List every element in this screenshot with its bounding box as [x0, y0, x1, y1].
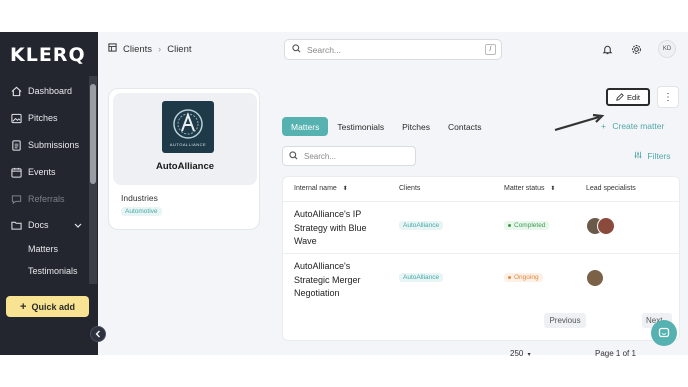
search-icon	[289, 150, 298, 162]
client-card: AUTOALLIANCE AutoAlliance Industries Aut…	[108, 88, 260, 230]
search-icon	[292, 44, 301, 55]
create-matter-label: Create matter	[612, 121, 665, 131]
matter-name-cell[interactable]: AutoAlliance's Strategic Merger Negotiat…	[294, 260, 384, 301]
column-header-matter-status[interactable]: Matter status ⬍	[504, 185, 555, 192]
create-matter-button[interactable]: + Create matter	[601, 121, 664, 131]
image-icon	[10, 112, 22, 124]
global-search-input[interactable]: Search... /	[284, 39, 502, 60]
chevron-down-icon	[74, 221, 82, 231]
gear-icon[interactable]	[629, 42, 643, 56]
sidebar-item-docs[interactable]: Docs	[10, 216, 82, 234]
sidebar-item-pitches[interactable]: Pitches	[10, 109, 58, 127]
column-header-label: Matter status	[504, 185, 545, 192]
quick-add-button[interactable]: + Quick add	[6, 296, 89, 317]
sidebar-item-label: Referrals	[28, 194, 65, 204]
column-header-label: Internal name	[294, 185, 337, 192]
search-shortcut-key: /	[485, 44, 496, 55]
previous-page-button[interactable]: Previous	[544, 313, 586, 328]
edit-button[interactable]: Edit	[606, 88, 650, 106]
specialist-avatar[interactable]	[597, 217, 615, 235]
folder-icon	[10, 219, 22, 231]
bell-icon[interactable]	[600, 42, 614, 56]
status-label: Completed	[514, 222, 546, 229]
sidebar-item-label: Events	[28, 167, 56, 177]
chat-bubble-icon	[658, 327, 670, 338]
column-header-clients: Clients	[399, 185, 421, 192]
filter-icon	[634, 151, 644, 161]
sidebar-item-referrals[interactable]: Referrals	[10, 190, 65, 208]
column-header-internal-name[interactable]: Internal name ⬍	[294, 185, 348, 192]
header-divider	[283, 201, 681, 202]
client-tag: AutoAlliance	[399, 221, 444, 230]
status-badge: Ongoing	[504, 273, 543, 282]
client-tabs: Matters Testimonials Pitches Contacts	[282, 117, 491, 136]
search-placeholder: Search...	[307, 44, 342, 55]
home-icon	[10, 85, 22, 97]
client-name: AutoAlliance	[155, 161, 215, 172]
chevron-left-icon	[95, 330, 100, 338]
tab-pitches[interactable]: Pitches	[393, 117, 439, 136]
status-dot	[508, 276, 511, 279]
quick-add-label: Quick add	[31, 301, 75, 312]
sidebar-item-label: Pitches	[28, 113, 58, 123]
client-logo: AUTOALLIANCE	[162, 101, 214, 153]
filters-label: Filters	[647, 151, 671, 161]
sidebar-item-events[interactable]: Events	[10, 163, 56, 181]
matter-search-input[interactable]: Search...	[282, 146, 416, 166]
sidebar-item-submissions[interactable]: Submissions	[10, 136, 79, 154]
breadcrumb-client: Client	[167, 43, 192, 55]
tab-testimonials[interactable]: Testimonials	[328, 117, 393, 136]
sidebar-item-label: Submissions	[28, 140, 80, 150]
sidebar-item-dashboard[interactable]: Dashboard	[10, 82, 72, 100]
sidebar-subitem-matters[interactable]: Matters	[28, 244, 58, 254]
chevron-down-icon: ▾	[527, 352, 531, 358]
sidebar-subitem-testimonials[interactable]: Testimonials	[28, 266, 78, 276]
status-label: Ongoing	[514, 274, 539, 281]
chat-launcher-button[interactable]	[651, 320, 677, 346]
annotation-arrow	[554, 114, 605, 132]
plus-icon: +	[20, 300, 27, 313]
sidebar-scroll-thumb[interactable]	[90, 84, 96, 184]
specialist-avatar[interactable]	[586, 269, 604, 287]
more-options-button[interactable]: ⋮	[657, 86, 679, 108]
building-icon	[108, 43, 117, 55]
breadcrumb-clients[interactable]: Clients	[123, 44, 152, 55]
calendar-icon	[10, 166, 22, 178]
filters-button[interactable]: Filters	[634, 151, 671, 161]
status-badge: Completed	[504, 221, 550, 230]
industries-label: Industries	[121, 193, 158, 203]
sort-icon: ⬍	[342, 186, 348, 192]
client-logo-text: AUTOALLIANCE	[169, 142, 207, 147]
matter-name-cell[interactable]: AutoAlliance's IP Strategy with Blue Wav…	[294, 208, 384, 249]
app-logo: KLERQ	[10, 44, 86, 66]
tab-contacts[interactable]: Contacts	[439, 117, 491, 136]
client-card-header: AUTOALLIANCE AutoAlliance	[113, 93, 257, 185]
edit-label: Edit	[627, 92, 640, 102]
row-divider	[283, 253, 681, 254]
client-tag: AutoAlliance	[399, 273, 444, 282]
user-avatar[interactable]: KD	[658, 40, 676, 58]
pencil-icon	[616, 93, 624, 101]
top-bar: Clients › Client Search... / KD	[98, 32, 688, 68]
industry-tag: Automotive	[121, 207, 162, 216]
breadcrumb: Clients › Client	[108, 43, 192, 55]
chat-icon	[10, 193, 22, 205]
per-page-value: 250	[510, 349, 524, 358]
page-indicator: Page 1 of 1	[595, 349, 636, 358]
plus-icon: +	[601, 121, 606, 131]
document-icon	[10, 139, 22, 151]
sidebar: KLERQ Dashboard Pitches Submissions Even…	[0, 32, 98, 355]
column-header-lead-specialists: Lead specialists	[586, 185, 636, 192]
tab-matters[interactable]: Matters	[282, 117, 329, 136]
matters-table: Internal name ⬍ Clients Matter status ⬍ …	[282, 176, 681, 358]
collapse-sidebar-button[interactable]	[90, 326, 106, 342]
matter-search-placeholder: Search...	[304, 151, 337, 161]
sidebar-item-label: Dashboard	[28, 86, 73, 96]
status-dot	[508, 224, 511, 227]
sidebar-item-label: Docs	[28, 220, 49, 230]
sort-icon: ⬍	[550, 186, 556, 192]
breadcrumb-separator: ›	[158, 43, 162, 55]
app-frame: KLERQ Dashboard Pitches Submissions Even…	[0, 32, 688, 358]
per-page-select[interactable]: 250 ▾	[510, 349, 531, 358]
